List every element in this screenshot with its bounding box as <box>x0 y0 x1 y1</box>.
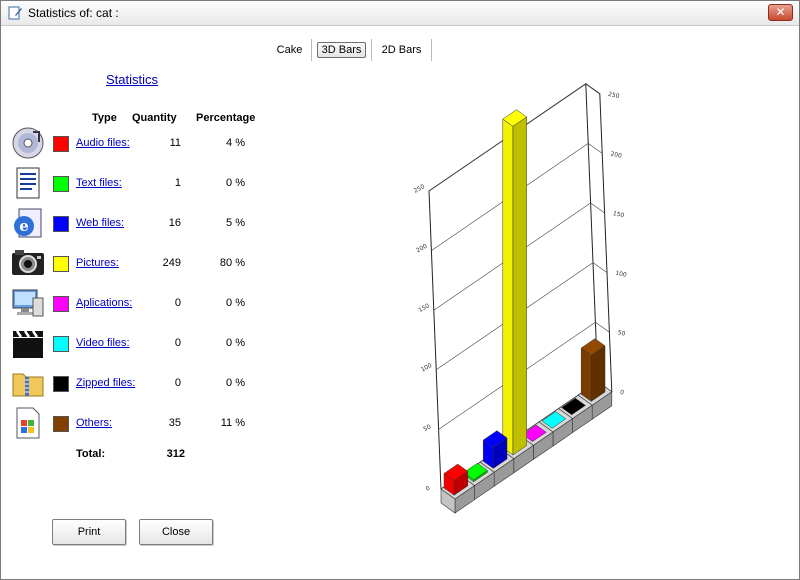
chart-tick-label-right: 0 <box>619 389 624 397</box>
audio-cd-icon <box>12 127 44 159</box>
chart-tick-label-right: 200 <box>610 151 623 160</box>
quantity-video: 0 <box>174 337 181 349</box>
chart-gridline-side <box>592 262 608 273</box>
quantity-audio: 11 <box>169 137 181 149</box>
zipped-folder-icon <box>12 373 44 397</box>
percentage-audio: 4 % <box>226 137 245 149</box>
total-label: Total: <box>76 448 106 460</box>
print-button[interactable]: Print <box>52 519 126 545</box>
type-link-text[interactable]: Text files: <box>76 177 122 189</box>
camera-icon <box>12 250 44 275</box>
tab-cake[interactable]: Cake <box>268 39 312 61</box>
windows-file-icon <box>16 407 40 439</box>
percentage-video: 0 % <box>226 337 245 349</box>
statistics-window: Statistics of: cat : ✕ Cake 3D Bars 2D B… <box>0 0 800 580</box>
statistics-heading[interactable]: Statistics <box>106 72 158 87</box>
chart-tick-label-right: 100 <box>615 270 628 279</box>
tab-3d-bars-label: 3D Bars <box>316 42 367 58</box>
percentage-others: 11 % <box>220 417 245 429</box>
chart-bar-front <box>580 347 592 402</box>
type-link-others[interactable]: Others: <box>76 417 112 429</box>
color-swatch-pictures <box>53 256 69 272</box>
quantity-others: 35 <box>168 417 181 429</box>
chart-gridline-side <box>590 202 605 214</box>
app-icon <box>8 6 22 20</box>
color-swatch-others <box>53 416 69 432</box>
quantity-pictures: 249 <box>162 257 181 269</box>
quantity-web: 16 <box>168 217 181 229</box>
chart-bar-front <box>502 118 514 456</box>
chart-tick-label-right: 250 <box>607 91 620 100</box>
text-document-icon <box>16 167 40 199</box>
web-globe-icon: e <box>14 208 42 238</box>
chart-tick-label-left: 50 <box>422 423 432 433</box>
chart-tick-label-left: 100 <box>420 362 434 374</box>
color-swatch-video <box>53 336 69 352</box>
3d-bar-chart: 250 250 200 200 150 150 100 100 50 50 0 0 <box>413 82 628 514</box>
total-value: 312 <box>166 448 185 460</box>
tab-2d-bars-label: 2D Bars <box>381 44 422 56</box>
color-swatch-web <box>53 216 69 232</box>
color-swatch-text <box>53 176 69 192</box>
stat-row-others: Others: 35 11 % <box>1 403 261 443</box>
stat-row-text: Text files: 1 0 % <box>1 163 261 203</box>
chart-bar-side <box>591 345 606 402</box>
window-title: Statistics of: cat : <box>28 6 119 20</box>
window-close-button[interactable]: ✕ <box>768 4 793 21</box>
color-swatch-applications <box>53 296 69 312</box>
tab-2d-bars[interactable]: 2D Bars <box>372 39 432 61</box>
application-icon <box>12 289 44 317</box>
chart-tick-label-left: 0 <box>425 485 432 493</box>
quantity-applications: 0 <box>174 297 181 309</box>
type-link-applications[interactable]: Aplications: <box>76 297 132 309</box>
type-link-video[interactable]: Video files: <box>76 337 130 349</box>
percentage-pictures: 80 % <box>219 257 245 269</box>
svg-text:e: e <box>19 217 29 235</box>
stat-row-applications: Aplications: 0 0 % <box>1 283 261 323</box>
chart-bar-side <box>512 116 527 456</box>
type-link-web[interactable]: Web files: <box>76 217 124 229</box>
title-bar: Statistics of: cat : ✕ <box>1 1 799 26</box>
color-swatch-zipped <box>53 376 69 392</box>
stat-row-web: e Web files: 16 5 % <box>1 203 261 243</box>
chart-gridline-side <box>585 83 600 95</box>
stat-row-audio: Audio files: 11 4 % <box>1 123 261 163</box>
chart-tick-label-left: 200 <box>415 243 429 255</box>
stat-row-video: Video files: 0 0 % <box>1 323 261 363</box>
percentage-applications: 0 % <box>226 297 245 309</box>
chart-gridline-side <box>588 143 603 154</box>
close-button[interactable]: Close <box>139 519 213 545</box>
percentage-text: 0 % <box>226 177 245 189</box>
chart-tick-label-left: 250 <box>413 183 427 195</box>
chart-tick-label-right: 50 <box>617 329 626 337</box>
quantity-zipped: 0 <box>174 377 181 389</box>
color-swatch-audio <box>53 136 69 152</box>
tab-3d-bars[interactable]: 3D Bars <box>312 39 372 61</box>
chart-gridline-side <box>595 321 610 333</box>
stat-row-pictures: Pictures: 249 80 % <box>1 243 261 283</box>
type-link-pictures[interactable]: Pictures: <box>76 257 119 269</box>
stat-row-zipped: Zipped files: 0 0 % <box>1 363 261 403</box>
clapperboard-icon <box>13 330 43 358</box>
quantity-text: 1 <box>174 177 181 189</box>
type-link-audio[interactable]: Audio files: <box>76 137 130 149</box>
percentage-zipped: 0 % <box>226 377 245 389</box>
type-link-zipped[interactable]: Zipped files: <box>76 377 135 389</box>
chart-tick-label-right: 150 <box>612 210 625 219</box>
percentage-web: 5 % <box>226 217 245 229</box>
tab-cake-label: Cake <box>276 44 303 56</box>
chart-tick-label-left: 150 <box>417 302 431 314</box>
